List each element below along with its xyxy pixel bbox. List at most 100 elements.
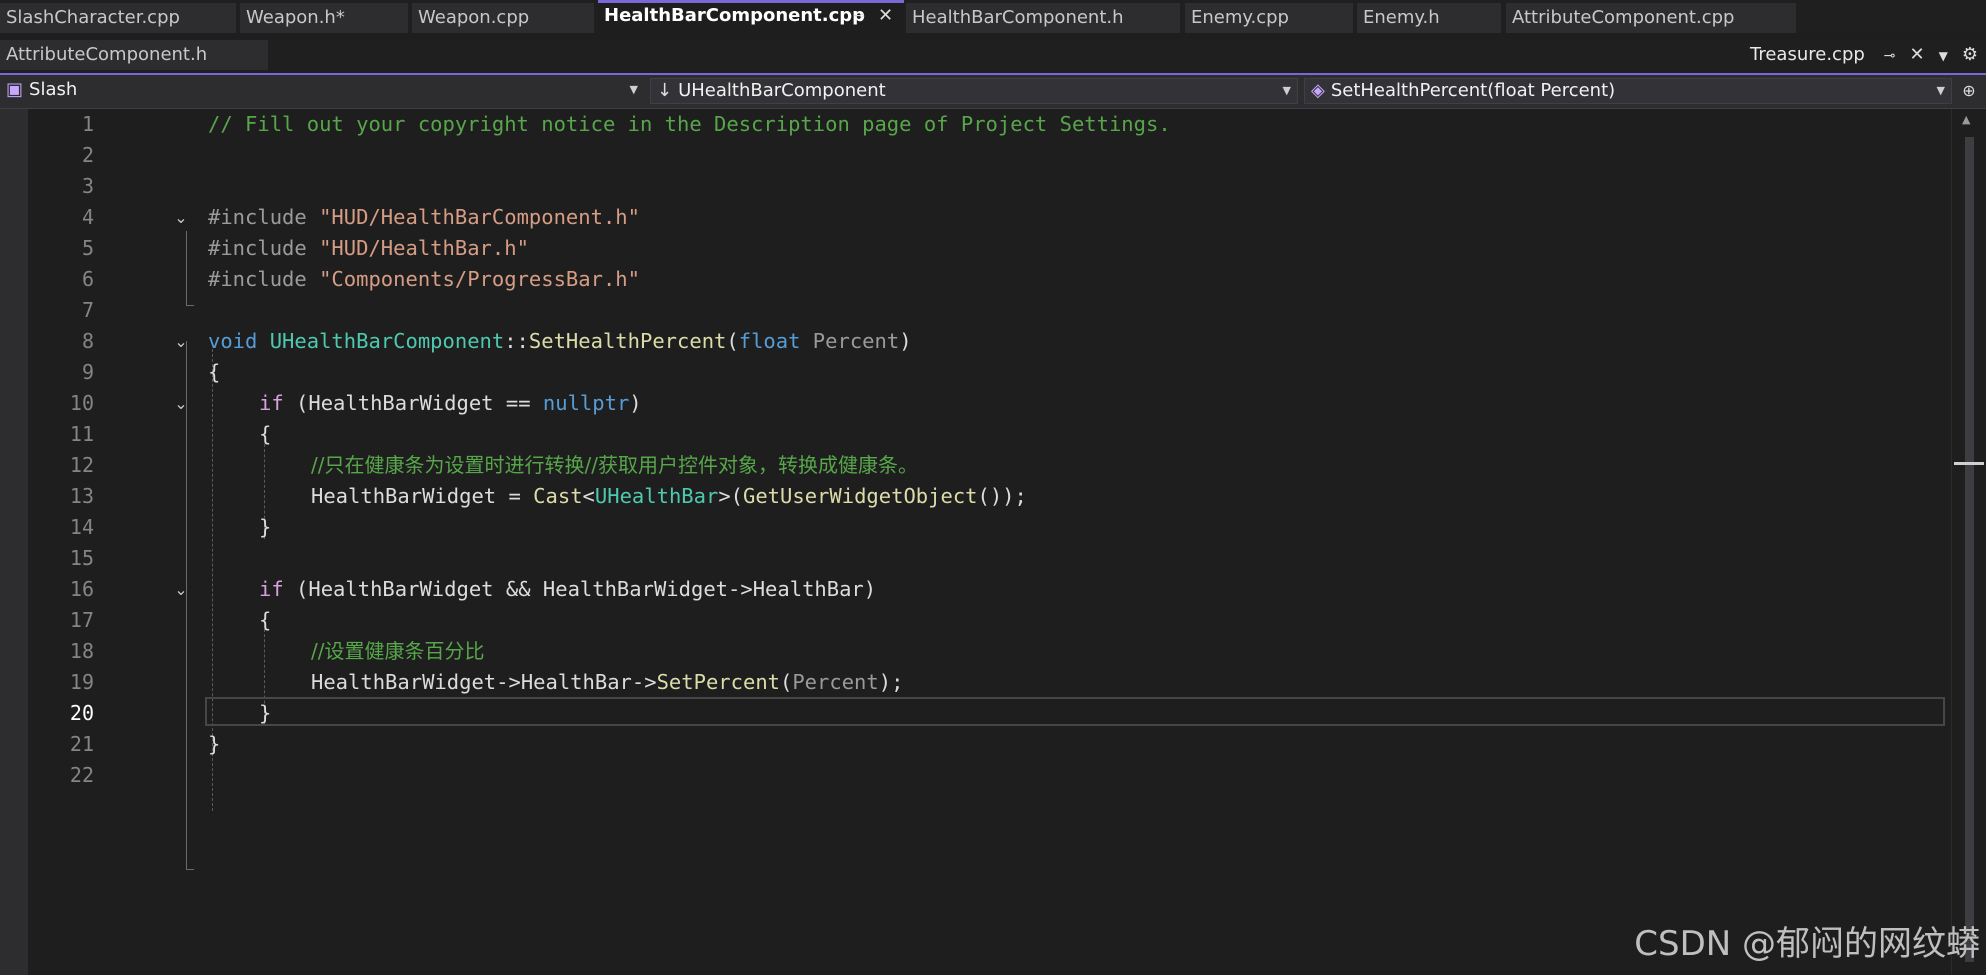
line-number: 7 — [81, 298, 94, 322]
watermark: CSDN @郁闷的网纹蟒 — [1634, 924, 1980, 964]
line-number: 3 — [81, 174, 94, 198]
gear-icon[interactable]: ⚙ — [1962, 44, 1978, 65]
code-line[interactable]: 3 — [0, 171, 1950, 202]
vertical-scrollbar[interactable]: ▲ — [1951, 109, 1986, 975]
tab-label: Weapon.cpp — [418, 7, 530, 28]
document-tab-strip: SlashCharacter.cpp Weapon.h* Weapon.cpp … — [0, 0, 1986, 33]
code-line[interactable]: 8 ⌄ void UHealthBarComponent::SetHealthP… — [0, 326, 1950, 357]
line-number: 17 — [69, 608, 94, 632]
code-line-current[interactable]: 20 } — [0, 698, 1950, 729]
arrow-down-icon: ↓ — [657, 80, 673, 101]
code-line[interactable]: 18 //设置健康条百分比 — [0, 636, 1950, 667]
tab-healthbarcomponent-h[interactable]: HealthBarComponent.h — [906, 3, 1180, 33]
tab-attributecomponent-h[interactable]: AttributeComponent.h — [0, 40, 268, 70]
project-dropdown[interactable]: ▣ Slash ▼ — [0, 78, 644, 104]
tab-attributecomponent-cpp[interactable]: AttributeComponent.cpp — [1506, 3, 1796, 33]
scope-dropdown[interactable]: ↓ UHealthBarComponent ▼ — [650, 78, 1298, 104]
tab-enemy-cpp[interactable]: Enemy.cpp — [1185, 3, 1353, 33]
caret-position-marker — [1954, 462, 1984, 465]
tab-slashcharacter-cpp[interactable]: SlashCharacter.cpp — [0, 3, 236, 33]
chevron-down-icon: ▼ — [1282, 84, 1291, 97]
tab-strip-controls: ⊸ ✕ ▼ ⚙ — [1870, 44, 1978, 65]
scope-name: UHealthBarComponent — [678, 80, 886, 101]
tab-weapon-cpp[interactable]: Weapon.cpp — [412, 3, 594, 33]
navigation-bar: ▣ Slash ▼ ↓ UHealthBarComponent ▼ ◈ SetHeal… — [0, 75, 1986, 109]
pin-icon[interactable]: ⊸ — [1884, 48, 1896, 64]
split-window-icon[interactable]: ⊕ — [1958, 80, 1980, 102]
code-text: void UHealthBarComponent::SetHealthPerce… — [208, 329, 912, 353]
code-text: // Fill out your copyright notice in the… — [208, 112, 1171, 136]
tab-label: Enemy.h — [1363, 7, 1440, 28]
pin-icon[interactable]: ⊸ — [853, 3, 865, 29]
tab-label: HealthBarComponent.h — [912, 7, 1124, 28]
code-line[interactable]: 13 HealthBarWidget = Cast<UHealthBar>(Ge… — [0, 481, 1950, 512]
tab-label: AttributeComponent.cpp — [1512, 7, 1735, 28]
line-number: 15 — [69, 546, 94, 570]
tab-label: Enemy.cpp — [1191, 7, 1289, 28]
tab-label: SlashCharacter.cpp — [6, 7, 180, 28]
line-number: 16 — [69, 577, 94, 601]
fold-chevron-icon[interactable]: ⌄ — [172, 574, 190, 605]
line-number: 20 — [69, 701, 94, 725]
code-text: HealthBarWidget = Cast<UHealthBar>(GetUs… — [311, 484, 1027, 508]
code-line[interactable]: 17 { — [0, 605, 1950, 636]
tab-label: Treasure.cpp — [1750, 44, 1865, 65]
line-number: 21 — [69, 732, 94, 756]
code-editor[interactable]: 1 // Fill out your copyright notice in t… — [0, 109, 1986, 975]
fold-chevron-icon[interactable]: ⌄ — [172, 202, 190, 233]
method-cube-icon: ◈ — [1311, 80, 1325, 101]
code-text: } — [208, 732, 221, 756]
document-tab-strip-row2: AttributeComponent.h Treasure.cpp ⊸ ✕ ▼ ⚙ — [0, 39, 1986, 73]
code-line[interactable]: 7 — [0, 295, 1950, 326]
code-text: if (HealthBarWidget == nullptr) — [259, 391, 642, 415]
tab-label: AttributeComponent.h — [6, 44, 208, 65]
line-number: 12 — [69, 453, 94, 477]
line-number: 19 — [69, 670, 94, 694]
code-line[interactable]: 6 #include "Components/ProgressBar.h" — [0, 264, 1950, 295]
guide-end — [186, 869, 194, 870]
code-line[interactable]: 16 ⌄ if (HealthBarWidget && HealthBarWid… — [0, 574, 1950, 605]
code-line[interactable]: 5 #include "HUD/HealthBar.h" — [0, 233, 1950, 264]
tab-weapon-h[interactable]: Weapon.h* — [240, 3, 408, 33]
code-line[interactable]: 19 HealthBarWidget->HealthBar->SetPercen… — [0, 667, 1950, 698]
line-number: 8 — [81, 329, 94, 353]
code-line[interactable]: 1 // Fill out your copyright notice in t… — [0, 109, 1950, 140]
fold-chevron-icon[interactable]: ⌄ — [172, 326, 190, 357]
line-number: 1 — [81, 112, 94, 136]
tab-label: HealthBarComponent.cpp — [604, 5, 866, 26]
line-number: 9 — [81, 360, 94, 384]
code-line[interactable]: 22 — [0, 760, 1950, 791]
chevron-down-icon: ▼ — [1936, 84, 1945, 97]
close-icon[interactable]: ✕ — [878, 3, 893, 29]
member-dropdown[interactable]: ◈ SetHealthPercent(float Percent) ▼ — [1304, 78, 1952, 104]
code-line[interactable]: 12 //只在健康条为设置时进行转换//获取用户控件对象，转换成健康条。 — [0, 450, 1950, 481]
code-text: #include "HUD/HealthBarComponent.h" — [208, 205, 640, 229]
project-icon: ▣ — [6, 79, 24, 100]
code-line[interactable]: 15 — [0, 543, 1950, 574]
code-text: if (HealthBarWidget && HealthBarWidget->… — [259, 577, 877, 601]
line-number: 10 — [69, 391, 94, 415]
code-line[interactable]: 2 — [0, 140, 1950, 171]
code-line[interactable]: 10 ⌄ if (HealthBarWidget == nullptr) — [0, 388, 1950, 419]
line-number: 22 — [69, 763, 94, 787]
tab-healthbarcomponent-cpp[interactable]: HealthBarComponent.cpp ⊸ ✕ — [598, 0, 904, 33]
code-line[interactable]: 11 { — [0, 419, 1950, 450]
code-line[interactable]: 14 } — [0, 512, 1950, 543]
code-text: { — [259, 608, 272, 632]
close-icon[interactable]: ✕ — [1910, 44, 1925, 65]
tab-enemy-h[interactable]: Enemy.h — [1357, 3, 1501, 33]
code-text: { — [208, 360, 221, 384]
code-text: } — [259, 515, 272, 539]
tab-label: Weapon.h* — [246, 7, 345, 28]
code-text: HealthBarWidget->HealthBar->SetPercent(P… — [311, 670, 904, 694]
code-line[interactable]: 21 } — [0, 729, 1950, 760]
code-line[interactable]: 4 ⌄ #include "HUD/HealthBarComponent.h" — [0, 202, 1950, 233]
dropdown-icon[interactable]: ▼ — [1939, 49, 1948, 63]
code-text: { — [259, 422, 272, 446]
scrollbar-thumb[interactable] — [1965, 137, 1974, 962]
line-number: 13 — [69, 484, 94, 508]
scroll-up-icon[interactable]: ▲ — [1962, 113, 1970, 126]
code-text: #include "HUD/HealthBar.h" — [208, 236, 529, 260]
code-line[interactable]: 9 { — [0, 357, 1950, 388]
fold-chevron-icon[interactable]: ⌄ — [172, 388, 190, 419]
